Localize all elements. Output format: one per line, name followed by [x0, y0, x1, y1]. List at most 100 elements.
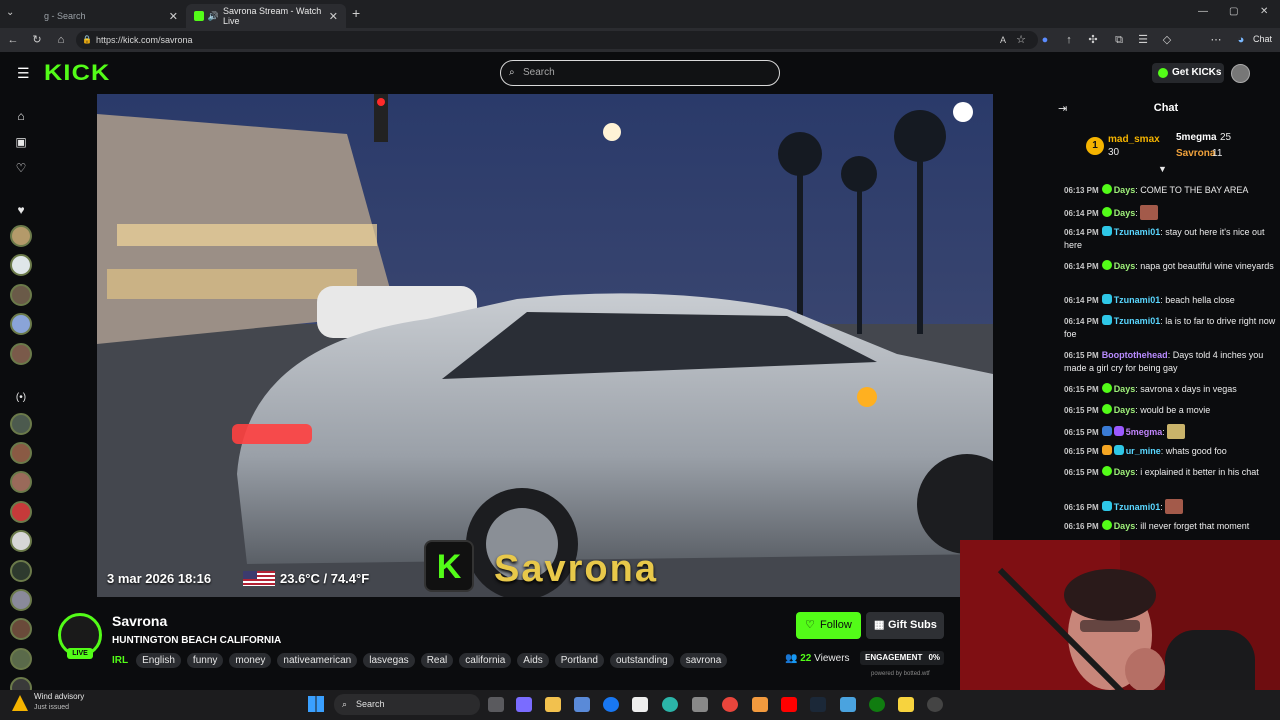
notes-icon[interactable] [898, 697, 914, 712]
message-user[interactable]: Days [1114, 521, 1136, 531]
tag-chip[interactable]: outstanding [610, 652, 674, 668]
edge-browser-icon[interactable] [662, 697, 678, 712]
message-user[interactable]: Days [1114, 261, 1136, 271]
obs-icon[interactable] [927, 697, 943, 712]
recommended-channel-avatar[interactable] [10, 501, 32, 523]
recommended-channel-avatar[interactable] [10, 560, 32, 582]
message-user[interactable]: Booptothehead [1102, 350, 1168, 360]
file-explorer-icon[interactable] [545, 697, 561, 712]
chrome-icon[interactable] [722, 697, 738, 712]
message-user[interactable]: Days [1114, 405, 1136, 415]
xbox-icon[interactable] [869, 697, 885, 712]
followed-channel-avatar[interactable] [10, 313, 32, 335]
browser-essentials-icon[interactable]: ◇ [1160, 33, 1174, 47]
favorites-heart-icon[interactable]: ♥ [13, 202, 29, 218]
search-input[interactable]: ⌕ Search [500, 60, 780, 86]
get-kicks-button[interactable]: Get KICKs [1152, 63, 1224, 83]
browse-nav-icon[interactable]: ▣ [13, 134, 29, 150]
leaderboard-user[interactable]: Savrona [1176, 148, 1215, 159]
amazon-icon[interactable] [632, 697, 648, 712]
message-user[interactable]: Tzunami01 [1114, 502, 1161, 512]
copilot-chat-label[interactable]: Chat [1253, 34, 1272, 44]
message-user[interactable]: Tzunami01 [1114, 295, 1161, 305]
gift-subs-button[interactable]: ▦ Gift Subs [866, 612, 944, 639]
recommended-channel-avatar[interactable] [10, 471, 32, 493]
favorite-star-icon[interactable]: ☆ [1014, 33, 1028, 47]
pin-icon[interactable]: ↑ [1062, 33, 1076, 47]
recommended-channel-avatar[interactable] [10, 589, 32, 611]
kick-logo[interactable]: KICK [44, 60, 110, 86]
refresh-icon[interactable]: ↻ [30, 33, 44, 47]
tag-chip[interactable]: lasvegas [363, 652, 415, 668]
leaderboard-user[interactable]: mad_smax [1108, 134, 1160, 145]
recommended-channel-avatar[interactable] [10, 618, 32, 640]
copilot-icon[interactable]: ◕ [1234, 33, 1248, 47]
tab-list-dropdown-icon[interactable]: ⌄ [6, 7, 14, 18]
message-user[interactable]: 5megma [1126, 427, 1163, 437]
back-icon[interactable]: ← [6, 33, 20, 47]
message-user[interactable]: Tzunami01 [1114, 227, 1161, 237]
tag-chip[interactable]: Real [420, 652, 454, 668]
recommended-channel-avatar[interactable] [10, 648, 32, 670]
store-icon[interactable] [574, 697, 590, 712]
tag-chip[interactable]: nativeamerican [277, 652, 358, 668]
message-user[interactable]: Days [1114, 208, 1136, 218]
taskbar-search-input[interactable]: ⌕ Search [334, 694, 480, 715]
message-user[interactable]: Days [1114, 467, 1136, 477]
recommended-channel-avatar[interactable] [10, 413, 32, 435]
leaderboard-user[interactable]: 5megma [1176, 132, 1217, 143]
user-avatar[interactable] [1231, 64, 1250, 83]
more-options-icon[interactable]: ⋯ [1209, 33, 1223, 47]
followed-channel-avatar[interactable] [10, 254, 32, 276]
follow-button[interactable]: ♡ Follow [796, 612, 861, 639]
live-broadcast-icon[interactable]: (•) [13, 390, 29, 406]
new-tab-button[interactable]: + [352, 5, 360, 21]
url-field[interactable]: 🔒 https://kick.com/savrona [76, 31, 1038, 49]
weather-widget-title[interactable]: Wind advisory [34, 692, 84, 701]
copilot-taskbar-icon[interactable] [516, 697, 532, 712]
tag-chip[interactable]: california [459, 652, 512, 668]
tag-chip[interactable]: Portland [554, 652, 604, 668]
tag-chip[interactable]: savrona [679, 652, 728, 668]
youtube-icon[interactable] [781, 697, 797, 712]
channel-name[interactable]: Savrona [112, 613, 167, 629]
close-icon[interactable]: ✕ [329, 10, 338, 23]
task-view-icon[interactable] [488, 697, 504, 712]
extension-icon[interactable]: ● [1038, 33, 1052, 47]
collections-icon[interactable]: ☰ [1136, 33, 1150, 47]
read-aloud-icon[interactable]: A [996, 33, 1010, 47]
home-nav-icon[interactable]: ⌂ [13, 108, 29, 124]
browser-tab-kick[interactable]: 🔊 Savrona Stream - Watch Live ✕ [186, 4, 346, 28]
followed-channel-avatar[interactable] [10, 284, 32, 306]
recommended-channel-avatar[interactable] [10, 442, 32, 464]
message-user[interactable]: Days [1114, 384, 1136, 394]
category-link[interactable]: IRL [112, 655, 128, 666]
app-icon[interactable] [840, 697, 856, 712]
facebook-icon[interactable] [603, 697, 619, 712]
menu-hamburger-icon[interactable]: ☰ [17, 65, 30, 82]
message-user[interactable]: ur_mine [1126, 446, 1161, 456]
tag-chip[interactable]: funny [186, 652, 224, 668]
tag-chip[interactable]: English [136, 652, 181, 668]
tag-chip[interactable]: money [229, 652, 272, 668]
video-player[interactable] [97, 94, 993, 597]
recommended-channel-avatar[interactable] [10, 530, 32, 552]
split-screen-icon[interactable]: ⧉ [1112, 33, 1126, 47]
app-icon[interactable] [752, 697, 768, 712]
followed-channel-avatar[interactable] [10, 343, 32, 365]
close-icon[interactable]: ✕ [169, 10, 178, 23]
tag-chip[interactable]: Aids [517, 652, 549, 668]
steam-icon[interactable] [810, 697, 826, 712]
minimize-icon[interactable]: — [1198, 6, 1208, 17]
extensions-puzzle-icon[interactable]: ✣ [1086, 33, 1100, 47]
following-nav-icon[interactable]: ♡ [13, 160, 29, 176]
message-user[interactable]: Days [1114, 185, 1136, 195]
windows-start-icon[interactable] [308, 696, 324, 712]
speaker-icon[interactable]: 🔊 [208, 11, 219, 22]
home-icon[interactable]: ⌂ [54, 33, 68, 47]
followed-channel-avatar[interactable] [10, 225, 32, 247]
window-close-icon[interactable]: ✕ [1260, 6, 1268, 17]
maximize-icon[interactable]: ▢ [1229, 6, 1238, 17]
chevron-down-icon[interactable]: ▼ [1158, 164, 1167, 174]
calculator-icon[interactable] [692, 697, 708, 712]
